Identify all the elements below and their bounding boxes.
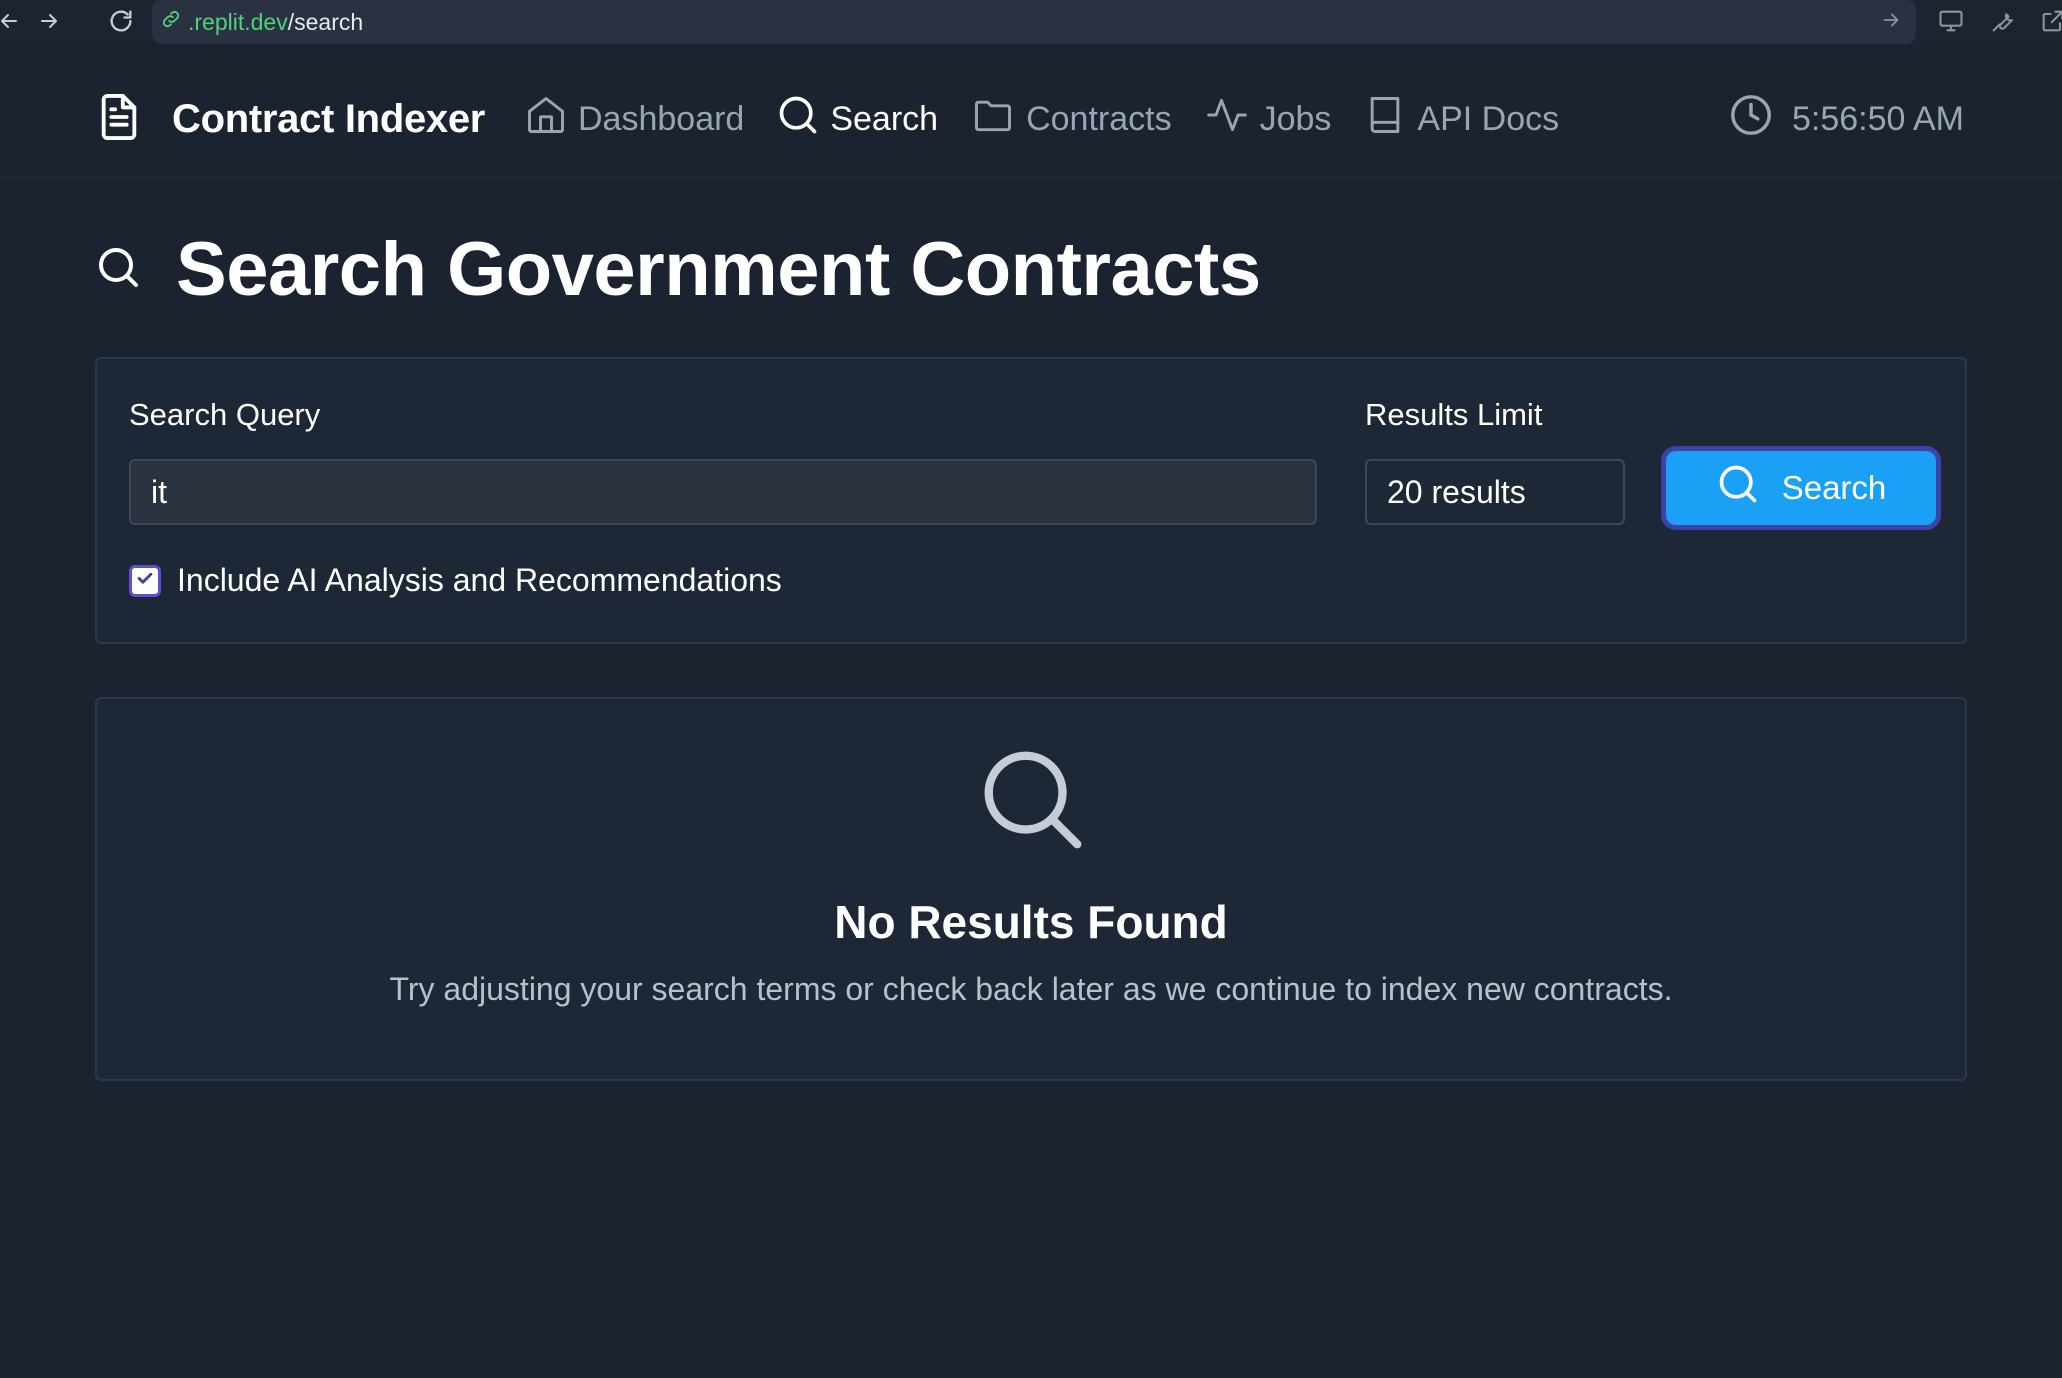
search-query-label: Search Query — [129, 397, 321, 432]
nav-contracts[interactable]: Contracts — [970, 93, 1172, 146]
search-icon — [1716, 462, 1782, 514]
nav-search-label: Search — [830, 100, 939, 138]
clock-icon — [1728, 92, 1792, 147]
nav-search[interactable]: Search — [776, 93, 938, 146]
nav-jobs[interactable]: Jobs — [1204, 93, 1332, 146]
ai-analysis-checkbox[interactable] — [129, 564, 161, 597]
ai-analysis-option: Include AI Analysis and Recommendations — [129, 562, 782, 599]
ai-analysis-label[interactable]: Include AI Analysis and Recommendations — [177, 562, 782, 599]
clock-time: 5:56:50 AM — [1792, 100, 1965, 138]
search-form-card: Search Query it Results Limit 20 results… — [95, 357, 1967, 644]
nav-jobs-label: Jobs — [1259, 100, 1332, 138]
clock: 5:56:50 AM — [1728, 92, 1964, 147]
wrench-icon[interactable] — [1986, 4, 2020, 38]
results-limit-label: Results Limit — [1365, 397, 1543, 432]
open-external-icon[interactable] — [2036, 4, 2062, 38]
nav-dashboard[interactable]: Dashboard — [524, 93, 744, 146]
nav-api-docs[interactable]: API Docs — [1363, 92, 1559, 147]
book-icon — [1363, 92, 1417, 147]
home-icon — [524, 93, 578, 146]
nav-contracts-label: Contracts — [1026, 100, 1172, 138]
empty-state-text: Try adjusting your search terms or check… — [389, 971, 1673, 1007]
browser-toolbar: .replit.dev/search — [0, 0, 2062, 44]
results-card: No Results Found Try adjusting your sear… — [95, 697, 1967, 1081]
go-arrow-icon[interactable] — [1880, 9, 1902, 37]
url-path: /search — [287, 8, 364, 35]
monitor-icon[interactable] — [1934, 4, 1968, 38]
checkmark-icon — [135, 568, 155, 593]
nav-api-docs-label: API Docs — [1417, 100, 1560, 138]
empty-state-title: No Results Found — [834, 896, 1228, 948]
page-title: Search Government Contracts — [176, 227, 1261, 312]
search-button-label: Search — [1781, 469, 1887, 506]
forward-icon[interactable] — [32, 4, 66, 38]
reload-icon[interactable] — [104, 4, 138, 38]
search-icon — [974, 741, 1092, 864]
search-query-input[interactable]: it — [129, 459, 1317, 525]
link-icon — [160, 8, 182, 36]
search-icon — [776, 93, 830, 146]
address-bar[interactable]: .replit.dev/search — [152, 0, 1916, 44]
main-nav: Dashboard Search Contracts Jobs API Docs — [524, 92, 1591, 147]
search-button[interactable]: Search — [1666, 451, 1936, 525]
back-icon[interactable] — [0, 4, 26, 38]
brand[interactable]: Contract Indexer — [96, 92, 485, 147]
app-header: Contract Indexer Dashboard Search Contra… — [0, 58, 2062, 178]
brand-title: Contract Indexer — [172, 97, 486, 141]
nav-dashboard-label: Dashboard — [578, 100, 745, 138]
document-icon — [96, 92, 142, 147]
folder-icon — [970, 93, 1026, 146]
url-domain: .replit.dev — [188, 8, 288, 35]
page-title-row: Search Government Contracts — [94, 226, 1261, 313]
activity-icon — [1204, 93, 1260, 146]
results-limit-select[interactable]: 20 results — [1365, 459, 1625, 525]
search-icon — [94, 243, 142, 296]
